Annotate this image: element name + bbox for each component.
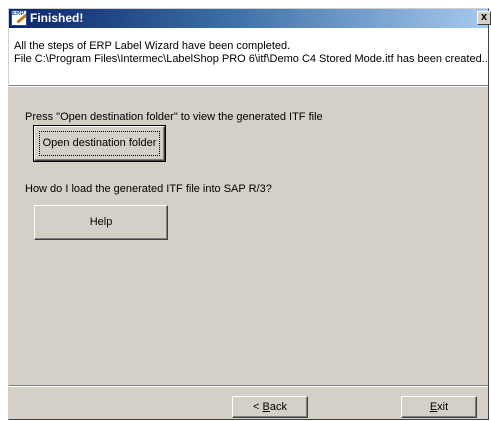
erp-wizard-icon: ERP [11,10,27,26]
help-prompt: How do I load the generated ITF file int… [25,183,272,195]
open-destination-folder-button[interactable]: Open destination folder [33,125,166,162]
window-title: Finished! [30,11,84,25]
wizard-header: All the steps of ERP Label Wizard have b… [9,28,488,86]
file-created-message: File C:\Program Files\Intermec\LabelShop… [14,53,488,65]
help-button-label: Help [89,216,113,228]
open-destination-folder-label: Open destination folder [42,137,157,149]
completion-message: All the steps of ERP Label Wizard have b… [14,40,291,52]
back-button-label: < Back [253,401,287,413]
wizard-dialog: ERP Finished! x All the steps of ERP Lab… [8,8,491,420]
back-button[interactable]: < Back [232,396,308,418]
close-glyph: x [480,11,488,23]
title-bar[interactable]: ERP Finished! x [9,9,491,28]
exit-button[interactable]: Exit [401,396,477,418]
footer-separator [9,385,488,387]
exit-button-label: Exit [429,401,449,413]
close-icon[interactable]: x [477,11,491,25]
open-folder-prompt: Press "Open destination folder" to view … [25,111,323,123]
help-button[interactable]: Help [34,205,168,240]
